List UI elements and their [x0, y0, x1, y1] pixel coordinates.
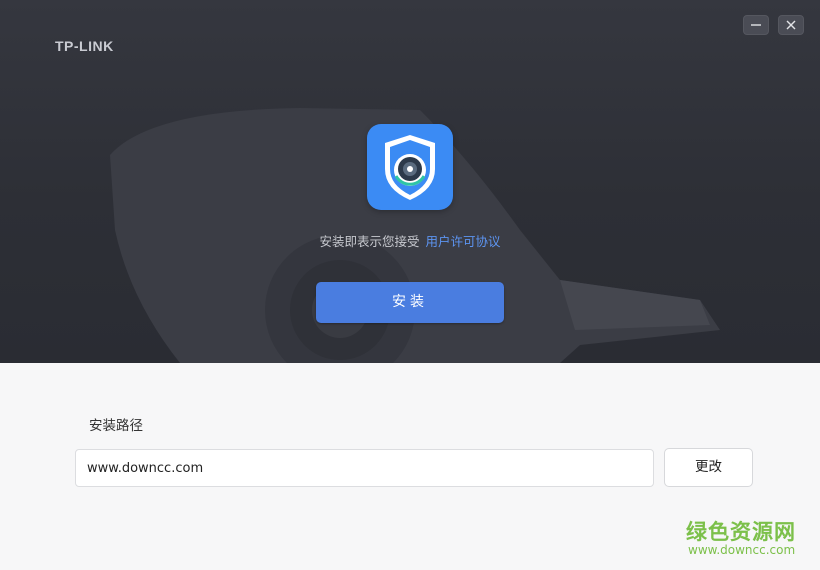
minimize-button[interactable]: [743, 15, 769, 35]
close-button[interactable]: [778, 15, 804, 35]
license-agreement-link[interactable]: 用户许可协议: [426, 234, 501, 249]
brand-logo: TP-LINK: [55, 38, 114, 54]
license-consent: 安装即表示您接受 用户许可协议: [0, 231, 820, 250]
watermark-url: www.downcc.com: [688, 543, 796, 557]
shield-camera-icon: [385, 135, 435, 200]
consent-text: 安装即表示您接受: [319, 234, 420, 249]
install-path-label: 安装路径: [89, 418, 143, 434]
minimize-icon: [751, 24, 761, 26]
install-button[interactable]: 安装: [316, 282, 504, 323]
install-path-input[interactable]: [75, 449, 654, 487]
close-icon: [786, 20, 796, 30]
watermark-title: 绿色资源网: [686, 520, 796, 544]
app-logo: [367, 124, 453, 210]
change-path-button[interactable]: 更改: [664, 448, 753, 487]
hero-panel: TP-LINK 安装即表示您接受 用户许可协议 安装: [0, 0, 820, 363]
